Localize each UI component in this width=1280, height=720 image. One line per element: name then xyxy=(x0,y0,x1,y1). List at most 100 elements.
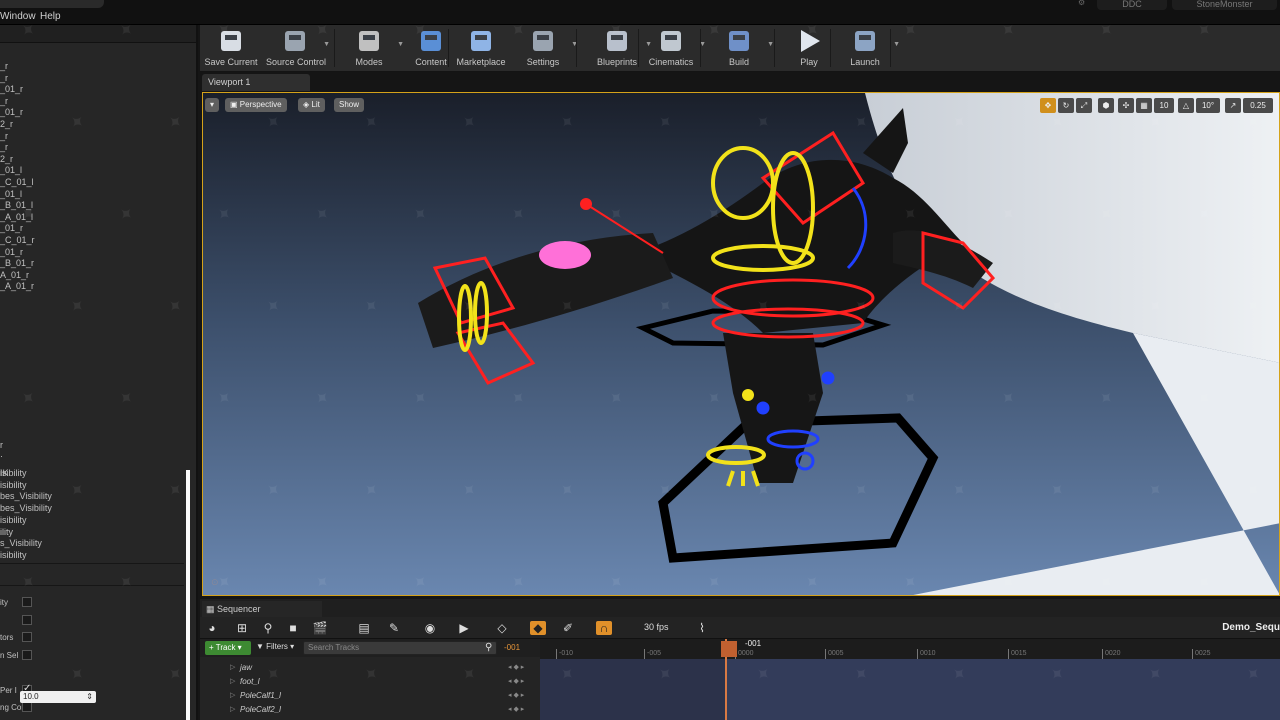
visibility-item[interactable]: isibility xyxy=(0,515,27,525)
playhead-handle[interactable] xyxy=(721,641,737,657)
track-row[interactable]: jaw xyxy=(240,663,252,672)
perspective-button[interactable]: ▣ Perspective xyxy=(225,98,287,112)
yellow-control-ball[interactable] xyxy=(742,389,754,401)
visibility-item[interactable]: isibility xyxy=(0,480,27,490)
viewport[interactable]: ▾ ▣ Perspective ◈ Lit Show ✥ ↻ ⤢ ⬢ ✣ ▦ 1… xyxy=(202,92,1280,596)
launch-button[interactable]: Launch ▼ xyxy=(836,25,900,67)
scale-snap-value[interactable]: 0.25 xyxy=(1243,98,1273,113)
show-button[interactable]: Show xyxy=(334,98,365,112)
grid-snap-icon[interactable]: ▦ xyxy=(1136,98,1152,113)
render-icon[interactable]: ▤ xyxy=(356,621,372,635)
bone-item[interactable]: _r xyxy=(0,73,8,83)
chevron-down-icon[interactable]: ▼ xyxy=(893,41,900,48)
bone-item[interactable]: _r xyxy=(0,61,8,71)
bone-item[interactable]: 2_r xyxy=(0,119,13,129)
search-zoom-icon[interactable]: ⚲ xyxy=(260,621,276,635)
play-icon[interactable]: ▶ xyxy=(456,621,472,635)
left-scrollbar[interactable] xyxy=(186,470,190,720)
build-button[interactable]: Build ▼ xyxy=(710,25,774,67)
fps-selector[interactable]: 30 fps xyxy=(644,622,669,632)
project-badge-ddc[interactable]: DDC xyxy=(1097,0,1167,10)
scale-snap-icon[interactable]: ↗ xyxy=(1225,98,1241,113)
track-row[interactable]: PoleCalf1_l xyxy=(240,691,281,700)
bone-item[interactable]: _r xyxy=(0,131,8,141)
number-field[interactable]: 10.0 ⇕ xyxy=(20,691,96,703)
chevron-down-icon[interactable]: ▼ xyxy=(323,41,330,48)
search-tracks-input[interactable]: Search Tracks xyxy=(303,641,497,655)
add-keyframe-icon[interactable]: ⊞ xyxy=(234,621,250,635)
source-control-button[interactable]: Source Control ▼ xyxy=(266,25,330,67)
pink-control-blob[interactable] xyxy=(539,241,591,269)
key-nav-icon[interactable]: ◂ ◆ ▸ xyxy=(508,663,524,671)
bone-item[interactable]: _C_01_l xyxy=(0,177,34,187)
cinematics-button[interactable]: Cinematics ▼ xyxy=(642,25,706,67)
property-checkbox[interactable] xyxy=(22,650,32,660)
project-badge-stonemonster[interactable]: StoneMonster xyxy=(1172,0,1277,10)
clapper-icon[interactable]: 🎬 xyxy=(312,621,328,635)
bone-item[interactable]: _r xyxy=(0,96,8,106)
key-nav-icon[interactable]: ◂ ◆ ▸ xyxy=(508,691,524,699)
visibility-item[interactable]: s_Visibility xyxy=(0,538,42,548)
visibility-item[interactable]: ility xyxy=(0,527,13,537)
property-checkbox[interactable] xyxy=(22,597,32,607)
filters-button[interactable]: ▼ Filters ▾ xyxy=(256,642,294,651)
bone-item[interactable]: _01_l xyxy=(0,165,22,175)
property-checkbox[interactable] xyxy=(22,702,32,712)
eye-icon[interactable]: ◉ xyxy=(422,621,438,635)
property-checkbox[interactable] xyxy=(22,615,32,625)
modes-button[interactable]: Modes ▼ xyxy=(340,25,404,67)
bone-item[interactable]: _01_r xyxy=(0,223,23,233)
key-icon[interactable]: ◇ xyxy=(494,621,510,635)
menu-help[interactable]: Help xyxy=(40,11,61,22)
surface-snap-icon[interactable]: ✣ xyxy=(1118,98,1134,113)
rotation-snap-value[interactable]: 10° xyxy=(1196,98,1220,113)
save-current-button[interactable]: Save Current xyxy=(202,25,260,67)
menu-window[interactable]: Window xyxy=(0,11,36,22)
spin-arrows-icon[interactable]: ⇕ xyxy=(86,691,93,703)
rotate-icon[interactable]: ↻ xyxy=(1058,98,1074,113)
wrench-icon[interactable]: ✎ xyxy=(386,621,402,635)
key-nav-icon[interactable]: ◂ ◆ ▸ xyxy=(508,705,524,713)
bone-item[interactable]: _r xyxy=(0,142,8,152)
bone-item[interactable]: _B_01_l xyxy=(0,200,33,210)
expand-arrow-icon[interactable]: ▷ xyxy=(230,691,235,699)
curve-editor-icon[interactable]: ⌇ xyxy=(694,621,710,635)
timeline-ruler[interactable]: -010 -005 0000 0005 0010 0015 0020 0025 xyxy=(540,639,1280,659)
bone-item[interactable]: _01_r xyxy=(0,84,23,94)
marketplace-button[interactable]: Marketplace xyxy=(452,25,510,67)
chevron-down-icon[interactable]: ▼ xyxy=(767,41,774,48)
viewport-options-button[interactable]: ▾ xyxy=(205,98,219,112)
expand-arrow-icon[interactable]: ▷ xyxy=(230,677,235,685)
scale-icon[interactable]: ⤢ xyxy=(1076,98,1092,113)
world-icon[interactable]: ◕ xyxy=(204,621,220,635)
expand-arrow-icon[interactable]: ▷ xyxy=(230,663,235,671)
visibility-item[interactable]: bes_Visibility xyxy=(0,503,52,513)
lit-button[interactable]: ◈ Lit xyxy=(298,98,325,112)
gear-icon[interactable]: ⚙ xyxy=(1078,0,1085,7)
grid-snap-value[interactable]: 10 xyxy=(1154,98,1174,113)
property-checkbox[interactable] xyxy=(22,632,32,642)
bone-item[interactable]: r xyxy=(0,440,3,450)
world-local-icon[interactable]: ⬢ xyxy=(1098,98,1114,113)
bone-item[interactable]: _01_r xyxy=(0,107,23,117)
settings-button[interactable]: Settings ▼ xyxy=(514,25,578,67)
visibility-item[interactable]: bes_Visibility xyxy=(0,491,52,501)
translate-icon[interactable]: ✥ xyxy=(1040,98,1056,113)
bone-item[interactable]: A_01_r xyxy=(0,270,29,280)
bone-item[interactable]: _A_01_l xyxy=(0,212,33,222)
visibility-item[interactable]: isibility xyxy=(0,550,27,560)
tab-sequencer[interactable]: ▦ Sequencer xyxy=(202,601,322,617)
camera-icon[interactable]: ■ xyxy=(285,621,301,635)
add-track-button[interactable]: + Track ▾ xyxy=(205,641,251,655)
bone-item[interactable]: _01_l xyxy=(0,189,22,199)
rotation-snap-icon[interactable]: △ xyxy=(1178,98,1194,113)
viewport-scene[interactable] xyxy=(203,93,1280,596)
key-nav-icon[interactable]: ◂ ◆ ▸ xyxy=(508,677,524,685)
pencil-icon[interactable]: ✐ xyxy=(560,621,576,635)
bone-item[interactable]: · xyxy=(0,451,3,461)
bone-item[interactable]: 2_r xyxy=(0,154,13,164)
auto-key-icon[interactable]: ◆ xyxy=(530,621,546,635)
expand-arrow-icon[interactable]: ▷ xyxy=(230,705,235,713)
tab-viewport-1[interactable]: Viewport 1 xyxy=(202,74,310,91)
visibility-item[interactable]: isibility xyxy=(0,468,27,478)
